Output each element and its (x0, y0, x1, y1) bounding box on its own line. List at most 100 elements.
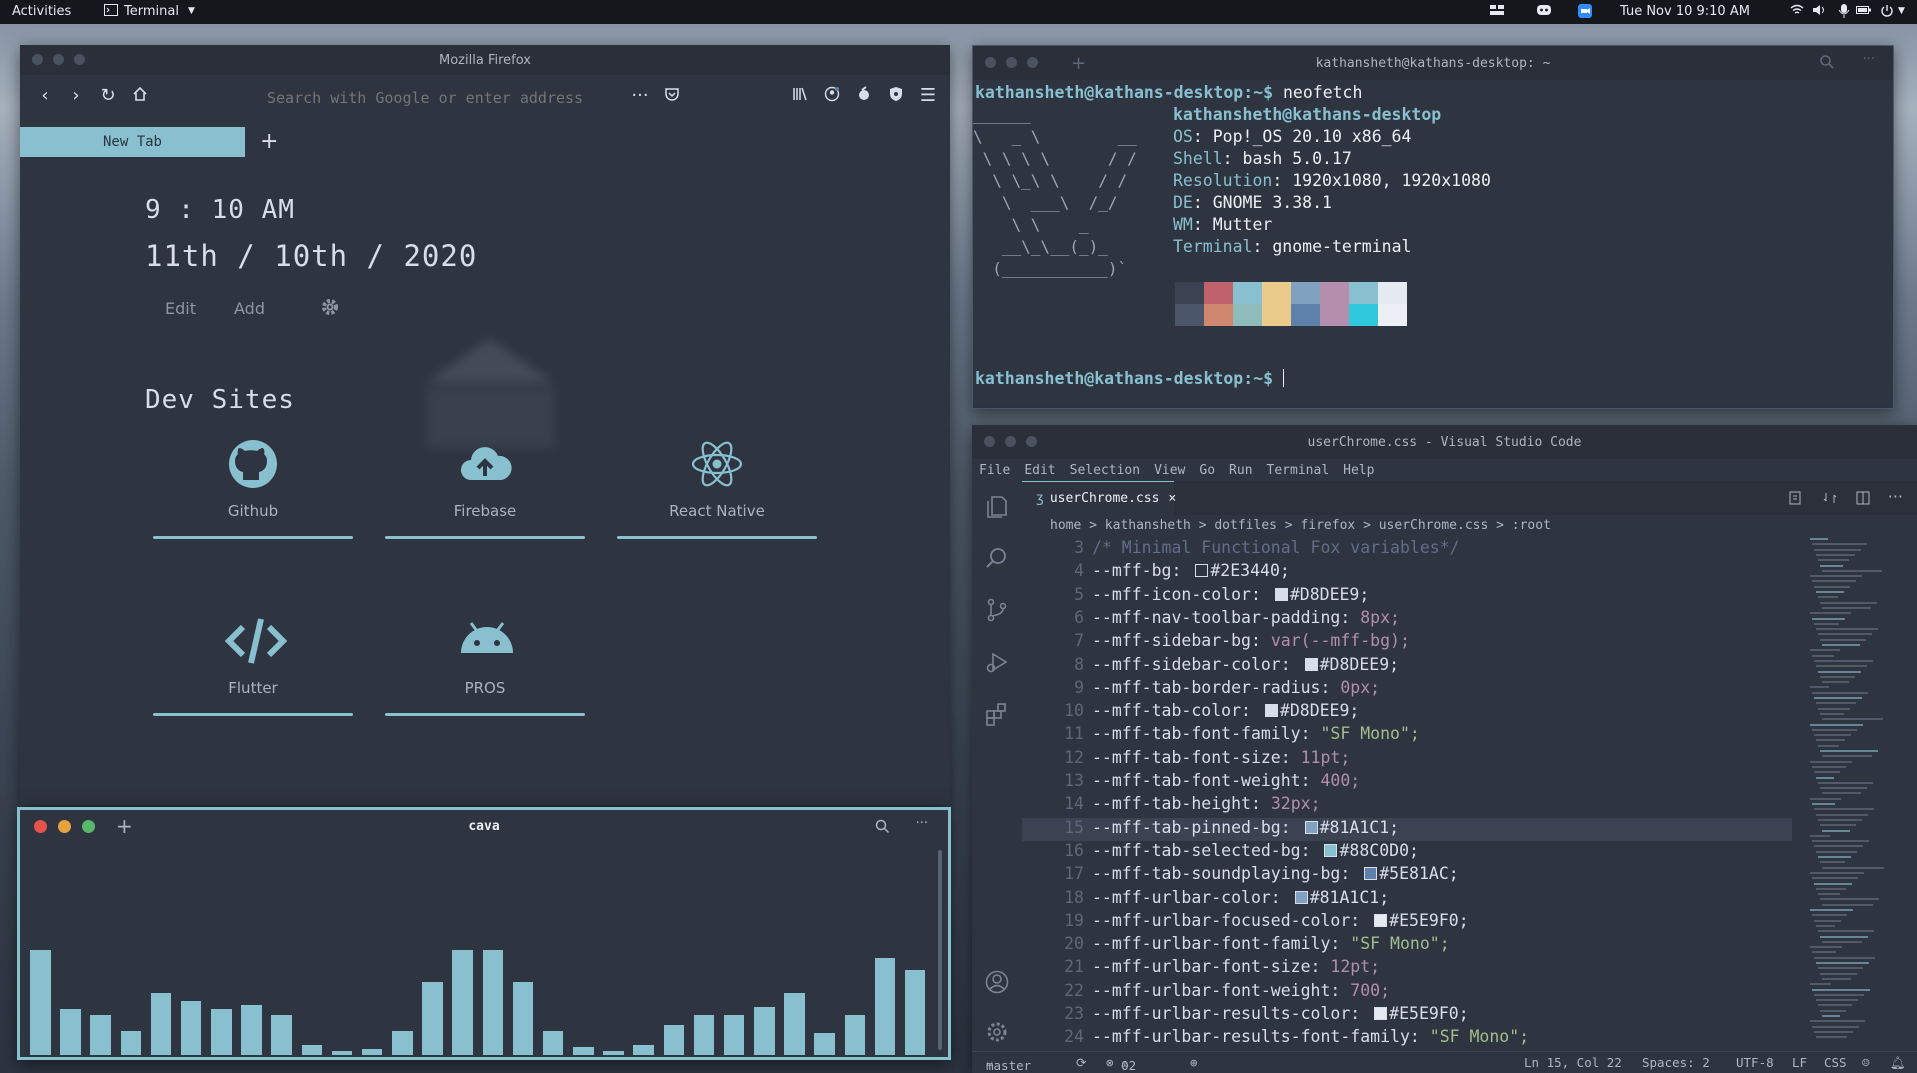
new-tab-button[interactable]: + (1071, 53, 1086, 74)
code-line[interactable]: 5 --mff-icon-color: #D8DEE9; (1022, 585, 1792, 608)
code-line[interactable]: 7 --mff-sidebar-bg: var(--mff-bg); (1022, 631, 1792, 654)
close-tab-icon[interactable]: × (1168, 491, 1176, 506)
activities-button[interactable]: Activities (12, 4, 71, 19)
color-swatch[interactable] (1264, 704, 1278, 718)
reload-icon[interactable]: ↻ (98, 86, 118, 106)
code-line[interactable]: 23 --mff-urlbar-results-color: #E5E9F0; (1022, 1004, 1792, 1027)
explorer-icon[interactable] (984, 493, 1010, 519)
pocket-icon[interactable] (662, 86, 682, 106)
page-actions-icon[interactable]: ··· (630, 86, 650, 106)
battery-icon[interactable] (1856, 4, 1872, 20)
workspace-icon[interactable] (1490, 4, 1504, 20)
compare-icon[interactable] (1823, 490, 1837, 509)
source-control-icon[interactable] (984, 597, 1010, 623)
color-swatch[interactable] (1324, 843, 1338, 857)
back-icon[interactable]: ‹ (35, 86, 55, 106)
code-line[interactable]: 8 --mff-sidebar-color: #D8DEE9; (1022, 655, 1792, 678)
color-swatch[interactable] (1274, 587, 1288, 601)
maximize-button[interactable] (74, 54, 85, 65)
language-mode[interactable]: CSS (1824, 1055, 1847, 1070)
code-line[interactable]: 21 --mff-urlbar-font-size: 12pt; (1022, 957, 1792, 980)
minimize-button[interactable] (58, 820, 71, 833)
code-line[interactable]: 24 --mff-urlbar-results-font-family: "SF … (1022, 1027, 1792, 1050)
library-icon[interactable] (790, 86, 810, 106)
search-icon[interactable] (875, 819, 890, 838)
menu-view[interactable]: View (1154, 463, 1185, 478)
new-tab-button[interactable]: + (116, 814, 133, 838)
settings-gear-icon[interactable] (984, 1019, 1010, 1045)
open-changes-icon[interactable] (1788, 490, 1802, 509)
microphone-icon[interactable] (1838, 4, 1850, 22)
color-swatch[interactable] (1374, 913, 1388, 927)
app-menu[interactable]: Terminal (124, 4, 179, 19)
site-tile-firebase[interactable]: Firebase (385, 406, 585, 539)
minimize-button[interactable] (1006, 57, 1017, 68)
minimize-button[interactable] (53, 54, 64, 65)
color-swatch[interactable] (1195, 564, 1209, 578)
menu-icon[interactable]: ··· (916, 816, 928, 831)
forward-icon[interactable]: › (66, 86, 86, 106)
tab-userchrome-css[interactable]: ʒ userChrome.css × (1022, 481, 1176, 515)
account-icon[interactable] (984, 969, 1010, 995)
scrollbar[interactable] (938, 850, 942, 1050)
sync-icon[interactable]: ⟳ (1076, 1055, 1086, 1070)
maximize-button[interactable] (82, 820, 95, 833)
cursor-position[interactable]: Ln 15, Col 22 (1524, 1055, 1622, 1070)
close-button[interactable] (984, 436, 995, 447)
search-icon[interactable] (984, 545, 1010, 571)
feedback-icon[interactable]: ☺ (1862, 1055, 1870, 1070)
wifi-icon[interactable] (1790, 4, 1804, 20)
add-button[interactable]: Add (234, 299, 265, 318)
home-icon[interactable] (130, 86, 150, 106)
color-swatch[interactable] (1304, 820, 1318, 834)
edit-button[interactable]: Edit (165, 299, 196, 318)
menu-edit[interactable]: Edit (1024, 463, 1055, 478)
code-line[interactable]: 20 --mff-urlbar-font-family: "SF Mono"; (1022, 934, 1792, 957)
menu-go[interactable]: Go (1199, 463, 1215, 478)
terminal-titlebar[interactable]: + kathansheth@kathans-desktop: ~ ··· (973, 46, 1893, 80)
code-editor[interactable]: 3/* Minimal Functional Fox variables*/4-… (1022, 538, 1792, 1048)
close-button[interactable] (32, 54, 43, 65)
minimize-button[interactable] (1005, 436, 1016, 447)
site-tile-react-native[interactable]: React Native (617, 406, 817, 539)
code-line[interactable]: 17 --mff-tab-soundplaying-bg: #5E81AC; (1022, 864, 1792, 887)
color-swatch[interactable] (1304, 657, 1318, 671)
gear-icon[interactable] (320, 297, 340, 321)
menu-icon[interactable]: ··· (1863, 52, 1875, 67)
color-swatch[interactable] (1364, 867, 1378, 881)
zoom-icon[interactable] (1578, 4, 1592, 22)
code-line[interactable]: 10 --mff-tab-color: #D8DEE9; (1022, 701, 1792, 724)
menu-run[interactable]: Run (1229, 463, 1252, 478)
firefox-titlebar[interactable]: Mozilla Firefox (20, 45, 950, 75)
power-menu-icon[interactable] (1880, 4, 1894, 22)
code-line[interactable]: 4 --mff-bg: #2E3440; (1022, 561, 1792, 584)
encoding[interactable]: UTF-8 (1736, 1055, 1774, 1070)
close-button[interactable] (985, 57, 996, 68)
shield-icon[interactable] (886, 86, 906, 106)
menu-selection[interactable]: Selection (1070, 463, 1140, 478)
terminal-output[interactable]: kathansheth@kathans-desktop:~$ neofetch … (973, 82, 1893, 408)
search-icon[interactable] (1819, 54, 1835, 74)
end-of-line[interactable]: LF (1792, 1055, 1807, 1070)
account-icon[interactable] (822, 86, 842, 106)
url-bar[interactable] (265, 88, 629, 108)
color-swatch[interactable] (1374, 1007, 1388, 1020)
code-line[interactable]: 18 --mff-urlbar-color: #81A1C1; (1022, 888, 1792, 911)
indentation[interactable]: Spaces: 2 (1642, 1055, 1710, 1070)
close-button[interactable] (34, 820, 47, 833)
new-tab-button[interactable]: + (260, 129, 278, 154)
tab-new-tab[interactable]: New Tab (20, 127, 245, 157)
notifications-icon[interactable]: 🔔︎ (1890, 1055, 1906, 1071)
hamburger-menu-icon[interactable]: ☰ (918, 86, 938, 106)
maximize-button[interactable] (1026, 436, 1037, 447)
more-actions-icon[interactable]: ··· (1888, 487, 1903, 506)
code-line[interactable]: 9 --mff-tab-border-radius: 0px; (1022, 678, 1792, 701)
code-line[interactable]: 11 --mff-tab-font-family: "SF Mono"; (1022, 724, 1792, 747)
run-debug-icon[interactable] (984, 649, 1010, 675)
code-line[interactable]: 16 --mff-tab-selected-bg: #88C0D0; (1022, 841, 1792, 864)
code-line[interactable]: 6 --mff-nav-toolbar-padding: 8px; (1022, 608, 1792, 631)
menu-file[interactable]: File (979, 463, 1010, 478)
clock[interactable]: Tue Nov 10 9:10 AM (1620, 4, 1750, 19)
problems-status[interactable]: ⊗ 0 ⚠ 2 (1106, 1055, 1136, 1073)
code-line[interactable]: 22 --mff-urlbar-font-weight: 700; (1022, 981, 1792, 1004)
